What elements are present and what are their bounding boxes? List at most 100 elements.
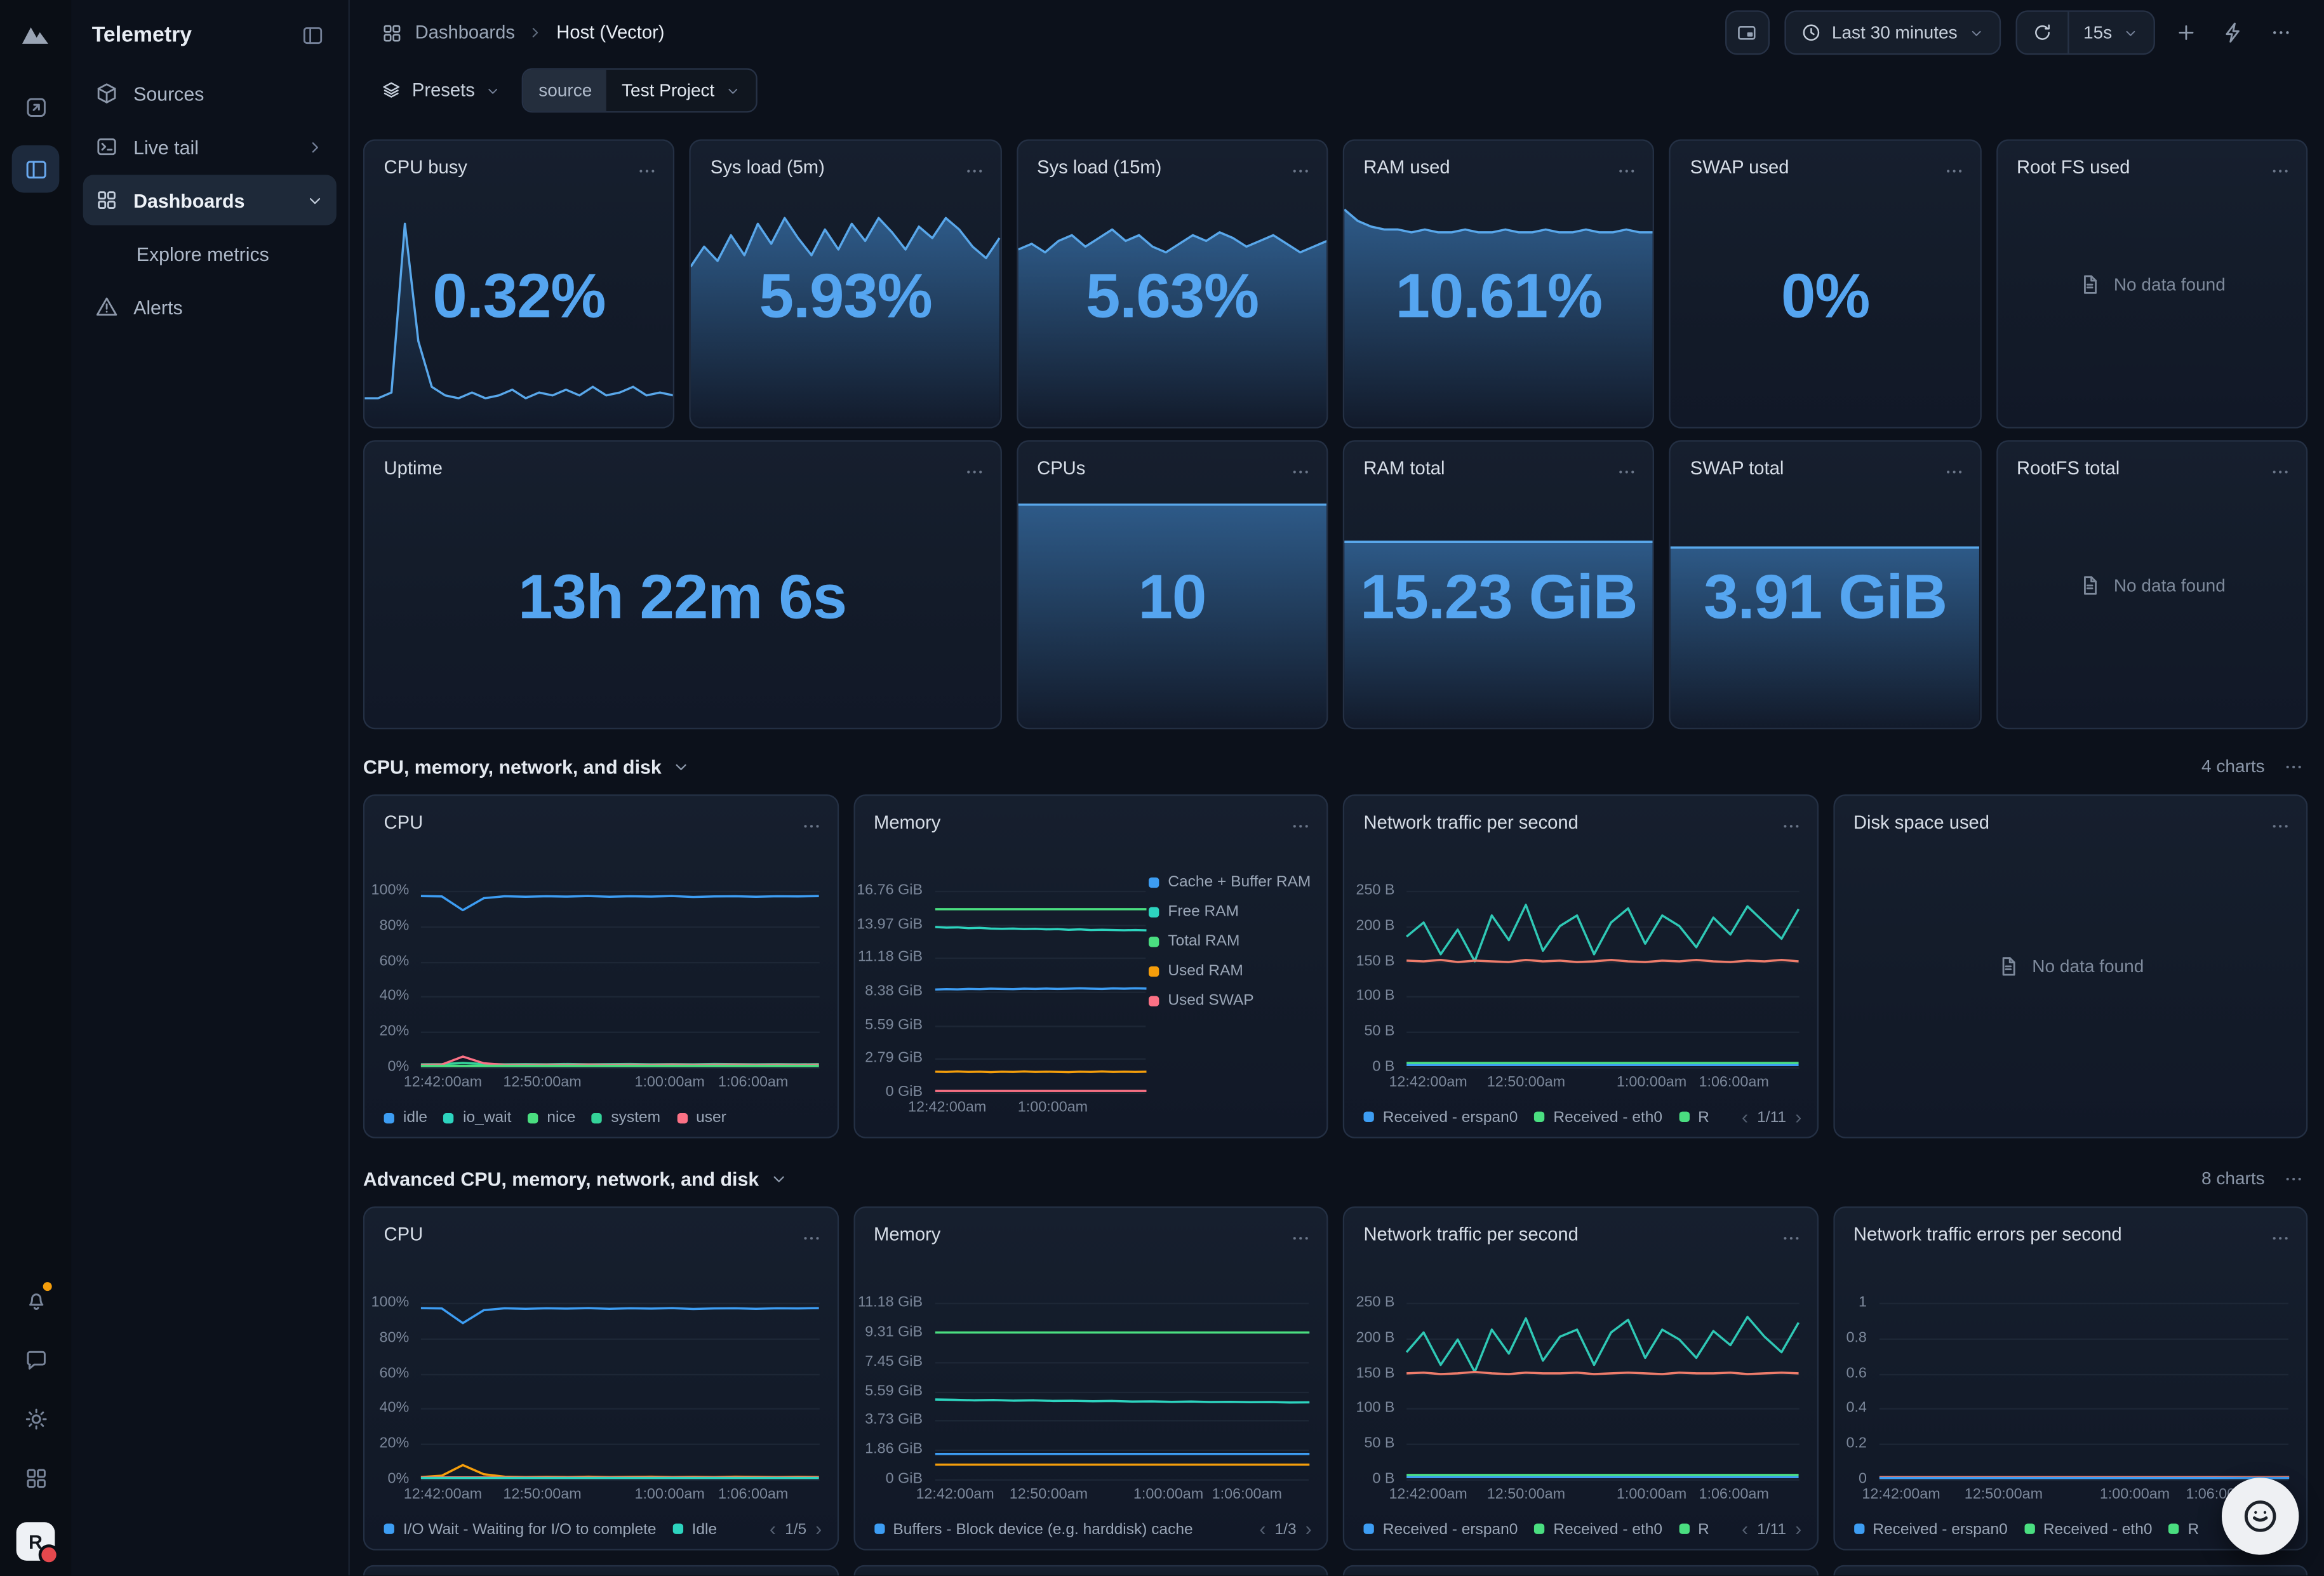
y-tick-label: 5.59 GiB — [855, 1017, 923, 1034]
legend-item: io_wait — [444, 1109, 512, 1126]
pagination-next[interactable]: › — [1795, 1107, 1801, 1126]
stat-card-ram-total: 15.23 GiBRAM total — [1343, 440, 1655, 729]
apps-button[interactable] — [12, 1454, 60, 1502]
section-menu-button[interactable] — [2280, 752, 2307, 780]
card-title: Uptime — [384, 458, 443, 479]
card-menu-button[interactable] — [797, 812, 825, 840]
card-menu-button[interactable] — [1613, 157, 1641, 185]
notifications-button[interactable] — [12, 1276, 60, 1324]
pagination-prev[interactable]: ‹ — [1742, 1519, 1748, 1539]
presets-button[interactable]: Presets — [381, 80, 502, 101]
ellipsis-icon — [1290, 815, 1312, 838]
x-tick-label: 1:06:00am — [1699, 1486, 1768, 1503]
section-menu-button[interactable] — [2280, 1165, 2307, 1192]
panel-icon — [23, 156, 48, 182]
legend-swatch — [592, 1112, 602, 1123]
stat-card-rootfs-total: No data foundRootFS total — [1996, 440, 2307, 729]
alert-icon — [95, 295, 118, 319]
card-header: RAM used — [1344, 141, 1653, 185]
legend-swatch — [1534, 1524, 1544, 1534]
x-tick-label: 12:50:00am — [1965, 1486, 2043, 1503]
pagination-next[interactable]: › — [815, 1519, 822, 1539]
add-panel-button[interactable] — [2170, 17, 2202, 49]
card-menu-button[interactable] — [797, 1224, 825, 1252]
kiosk-mode-button[interactable] — [1725, 10, 1770, 55]
pagination-prev[interactable]: ‹ — [1259, 1519, 1266, 1539]
bolt-icon — [2222, 21, 2245, 44]
breadcrumb-root[interactable]: Dashboards — [415, 22, 515, 43]
legend-swatch — [384, 1524, 394, 1534]
card-menu-button[interactable] — [1286, 1224, 1314, 1252]
y-tick-label: 50 B — [1344, 1024, 1394, 1040]
refresh-now-button[interactable] — [2017, 12, 2067, 53]
rail-launch-button[interactable] — [12, 83, 60, 131]
stat-card-ram-used: 10.61%RAM used — [1343, 139, 1655, 428]
card-menu-button[interactable] — [960, 157, 988, 185]
chart-card-cpu: CPU100%80%60%40%20%0%12:42:00am12:50:00a… — [363, 1206, 838, 1551]
chev-right-icon — [305, 137, 324, 156]
source-filter-chip[interactable]: source Test Project — [523, 68, 758, 112]
help-chat-fab[interactable] — [2222, 1478, 2299, 1554]
rail-workspace-button[interactable] — [12, 145, 60, 193]
chart-row: CPU100%80%60%40%20%0%12:42:00am12:50:00a… — [363, 1206, 2307, 1551]
card-menu-button[interactable] — [1940, 157, 1968, 185]
chart-canvas — [1879, 1303, 2288, 1479]
legend-swatch — [1149, 995, 1159, 1005]
x-tick-label: 1:00:00am — [634, 1486, 704, 1503]
support-chat-button[interactable] — [12, 1335, 60, 1383]
legend-label: Received - erspan0 — [1873, 1520, 2008, 1538]
sidebar-item-sources[interactable]: Sources — [83, 68, 337, 118]
app-logo[interactable] — [18, 15, 53, 50]
card-menu-button[interactable] — [1777, 812, 1805, 840]
section-toggle[interactable]: Advanced CPU, memory, network, and disk — [363, 1167, 789, 1189]
theme-button[interactable] — [12, 1394, 60, 1442]
card-menu-button[interactable] — [960, 458, 988, 486]
card-menu-button[interactable] — [2266, 1224, 2294, 1252]
sidebar-item-dashboards[interactable]: Dashboards — [83, 175, 337, 225]
sidebar-item-alerts[interactable]: Alerts — [83, 281, 337, 331]
gridline — [1406, 1067, 1798, 1069]
ellipsis-icon — [2269, 1227, 2292, 1250]
card-menu-button[interactable] — [2266, 812, 2294, 840]
time-range-segment[interactable]: Last 30 minutes — [1786, 12, 1999, 53]
card-header: Uptime — [364, 442, 1000, 486]
card-menu-button[interactable] — [1286, 812, 1314, 840]
time-range-picker[interactable]: Last 30 minutes — [1784, 10, 2000, 55]
legend-swatch — [874, 1524, 884, 1534]
card-title: Memory — [874, 1224, 940, 1245]
card-menu-button[interactable] — [1286, 458, 1314, 486]
legend-item: Buffers - Block device (e.g. harddisk) c… — [874, 1520, 1193, 1538]
pagination-page: 1/5 — [785, 1520, 806, 1538]
card-menu-button[interactable] — [2266, 458, 2294, 486]
chart-card-disk-space-used: Disk space usedNo data found — [1833, 794, 2307, 1139]
breadcrumb-current: Host (Vector) — [556, 22, 664, 43]
card-menu-button[interactable] — [2266, 157, 2294, 185]
sidebar-collapse-button[interactable] — [298, 21, 328, 51]
ellipsis-icon — [1779, 815, 1801, 838]
sidebar-item-live-tail[interactable]: Live tail — [83, 121, 337, 171]
quick-actions-button[interactable] — [2217, 17, 2250, 49]
card-menu-button[interactable] — [1286, 157, 1314, 185]
card-title: Network traffic errors per second — [1853, 1224, 2122, 1245]
legend-pagination: ‹1/3› — [1259, 1519, 1311, 1539]
dashboard-menu-button[interactable] — [2265, 17, 2297, 49]
card-menu-button[interactable] — [1613, 458, 1641, 486]
pagination-prev[interactable]: ‹ — [1742, 1107, 1748, 1126]
refresh-interval-select[interactable]: 15s — [2069, 12, 2154, 53]
legend-pagination: ‹1/11› — [1742, 1519, 1801, 1539]
card-sliver — [1343, 1565, 1818, 1575]
card-menu-button[interactable] — [1777, 1224, 1805, 1252]
chart-plot: 100%80%60%40%20%0%12:42:00am12:50:00am1:… — [421, 891, 819, 1067]
pagination-next[interactable]: › — [1306, 1519, 1312, 1539]
pagination-next[interactable]: › — [1795, 1519, 1801, 1539]
y-tick-label: 0 GiB — [855, 1471, 923, 1488]
legend-item: I/O Wait - Waiting for I/O to complete — [384, 1520, 657, 1538]
sidebar-item-explore-metrics[interactable]: Explore metrics — [83, 228, 337, 278]
card-menu-button[interactable] — [1940, 458, 1968, 486]
pagination-prev[interactable]: ‹ — [770, 1519, 776, 1539]
section-toggle[interactable]: CPU, memory, network, and disk — [363, 755, 691, 777]
card-menu-button[interactable] — [633, 157, 661, 185]
user-avatar[interactable]: R — [17, 1522, 55, 1561]
chart-legend: idleio_waitnicesystemuser — [384, 1109, 822, 1126]
legend-label: nice — [547, 1109, 575, 1126]
